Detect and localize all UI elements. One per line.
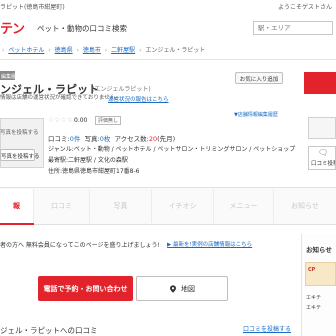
photo-placeholder-text: 写真を投稿する	[0, 130, 39, 136]
rating-score: 0.00	[74, 117, 88, 124]
breadcrumb-sep: ›	[139, 47, 142, 54]
primary-action-button[interactable]	[304, 72, 336, 94]
sidebar-news-item[interactable]: エキテ	[306, 304, 321, 311]
site-tagline: ペット・動物の口コミ検索	[37, 24, 127, 33]
access-count: 20	[148, 135, 158, 143]
tab-news[interactable]: お知らせ	[274, 189, 336, 223]
review-count-label: 口コミ:	[48, 135, 70, 143]
header-divider	[0, 59, 336, 60]
post-photo-button[interactable]: 写真を投稿する	[0, 149, 40, 161]
review-chat-icon: 🗨	[318, 148, 329, 157]
breadcrumb-item-current: エンジェル・ラピット	[145, 47, 206, 54]
photo-count[interactable]: 0枚	[100, 135, 111, 143]
tab-reviews[interactable]: 口コミ	[34, 189, 90, 223]
tab-photos[interactable]: 写真	[90, 189, 152, 223]
area-search-input[interactable]	[253, 21, 333, 35]
owner-promo-link[interactable]: ▶ 最新を!実例の店舗情報はこちら	[167, 240, 252, 248]
add-favorite-button[interactable]: お気に入り追加	[235, 72, 283, 84]
welcome-text: ようこそゲストさん	[277, 4, 332, 11]
shop-stats: 口コミ:0件 写真:0枚 アクセス数:20(先月)	[48, 133, 175, 143]
top-strip: ラピット(徳島市紺屋町) ようこそゲストさん	[0, 0, 336, 12]
map-pin-icon	[170, 284, 176, 293]
map-button-label: 地図	[181, 284, 195, 293]
breadcrumb-item-tokushima-pref[interactable]: 徳島県	[55, 47, 73, 54]
sidebar-campaign-text: CP	[308, 267, 316, 273]
page-path-text: ラピット(徳島市紺屋町)	[0, 4, 65, 11]
breadcrumb: › ペットホテル › 徳島県 › 徳島市 › 二軒屋駅 › エンジェル・ラピット	[0, 45, 336, 55]
phone-reservation-button[interactable]: 電話で予約・お問い合わせ	[38, 276, 133, 301]
breadcrumb-sep: ›	[76, 47, 79, 54]
breadcrumb-item-station[interactable]: 二軒屋駅	[111, 47, 135, 54]
reviews-section-title: ジェル・ラピットへの口コミ	[0, 326, 98, 335]
owner-promo-text: 者の方へ 無料会員になってこのページを盛り上げましょう!	[0, 242, 160, 249]
shop-name-kana: (エンジェルラピット)	[92, 86, 151, 93]
site-header: テン ペット・動物の口コミ検索	[0, 12, 336, 40]
breadcrumb-sep: ›	[2, 47, 5, 54]
review-count[interactable]: 0件	[70, 135, 81, 143]
map-button[interactable]: 地図	[136, 276, 228, 301]
tab-shop-info[interactable]: 報	[0, 189, 34, 223]
breadcrumb-item-pet-hotel[interactable]: ペットホテル	[8, 47, 44, 54]
breadcrumb-sep: ›	[48, 47, 51, 54]
status-report-link[interactable]: 運営状況の報告はこちら	[108, 95, 169, 103]
shop-address: 住所:徳島県徳島市紺屋町17番8-6	[48, 168, 140, 175]
shop-station: 最寄駅:二軒屋駅 / 文化の森駅	[48, 157, 128, 164]
access-count-unit: (先月)	[157, 135, 176, 143]
active-tab-indicator	[0, 223, 34, 225]
edit-history-link[interactable]: ▼店舗情報編集履歴	[234, 111, 278, 118]
access-count-label: アクセス数:	[114, 135, 149, 143]
photo-count-label: 写真:	[84, 135, 100, 143]
sidebar-campaign-banner[interactable]: CP	[305, 262, 336, 286]
tab-recommend[interactable]: イチオシ	[152, 189, 214, 223]
sidebar-news-title: お知らせ	[306, 246, 332, 254]
post-review-link[interactable]: 口コミを投稿する	[243, 324, 291, 333]
breadcrumb-item-tokushima-city[interactable]: 徳島市	[83, 47, 101, 54]
breadcrumb-sep: ›	[104, 47, 108, 54]
site-logo[interactable]: テン	[0, 18, 25, 37]
tel-button[interactable]	[308, 117, 336, 139]
unrated-badge: 評価無し	[95, 116, 122, 125]
shop-genre: ジャンル:ペット・動物 / ペットホテル / ペットサロン・トリミングサロン /…	[48, 146, 296, 153]
sidebar-news-item[interactable]: エキテ	[306, 294, 321, 301]
category-tag: 編集履歴	[0, 71, 15, 80]
tab-menu[interactable]: メニュー	[214, 189, 274, 223]
